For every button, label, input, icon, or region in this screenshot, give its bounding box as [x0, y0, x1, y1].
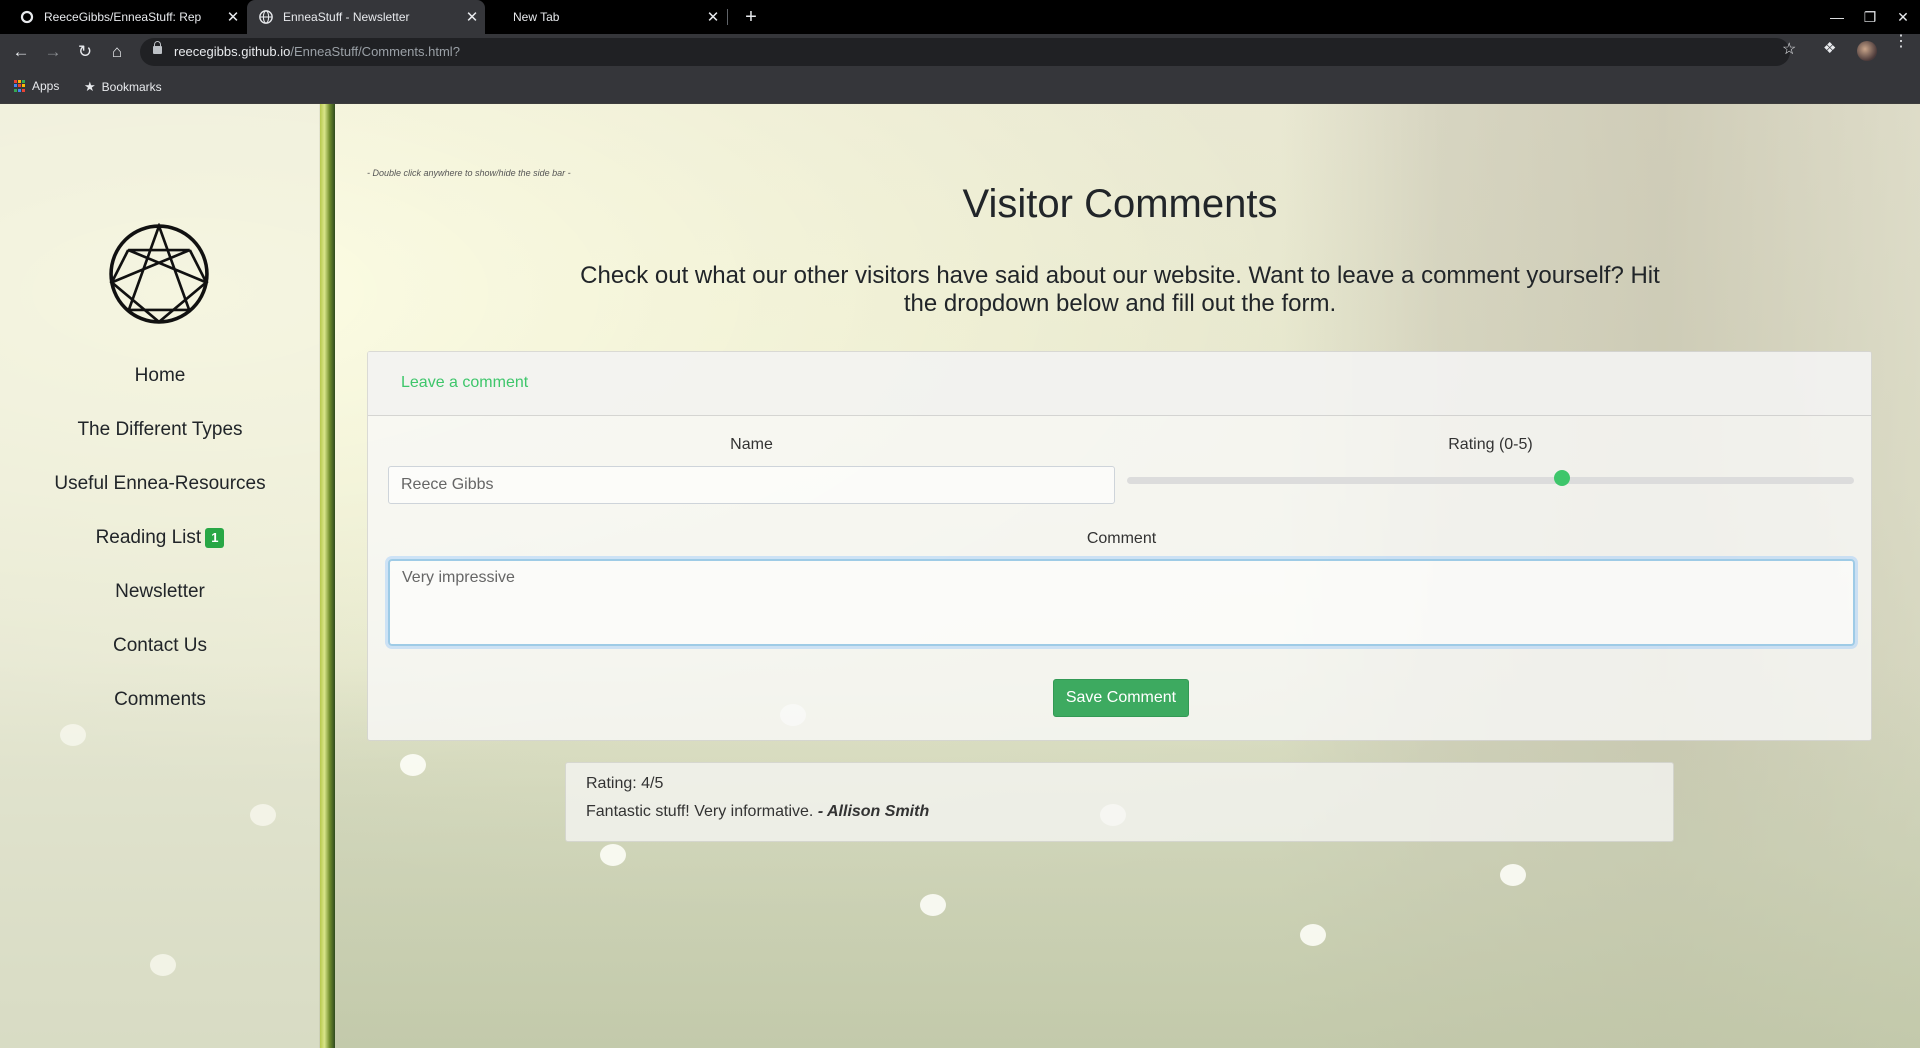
url-text: reecegibbs.github.io/EnneaStuff/Comments… — [174, 44, 460, 59]
tab-title: ReeceGibbs/EnneaStuff: Rep — [44, 10, 202, 24]
sidebar-item-label: Home — [134, 365, 186, 386]
close-icon[interactable]: ✕ — [220, 8, 246, 26]
minimize-icon[interactable]: — — [1820, 0, 1854, 34]
sidebar-item-label: The Different Types — [77, 419, 243, 440]
name-input[interactable] — [388, 466, 1115, 504]
sidebar-edge — [320, 104, 335, 1048]
comment-rating: Rating: 4/5 — [586, 775, 664, 792]
bookmark-label: Bookmarks — [101, 80, 162, 94]
bookmark-apps[interactable]: Apps — [14, 79, 59, 93]
tab-newsletter[interactable]: EnneaStuff - Newsletter ✕ — [247, 0, 485, 34]
extensions-icon[interactable]: ❖ — [1823, 39, 1836, 57]
main-content: - Double click anywhere to show/hide the… — [335, 104, 1905, 1048]
sidebar-item-resources[interactable]: Useful Ennea-Resources — [0, 457, 320, 511]
comment-label: Comment — [1086, 530, 1157, 547]
tab-github[interactable]: ReeceGibbs/EnneaStuff: Rep ✕ — [0, 0, 246, 34]
rating-slider-track[interactable] — [1127, 477, 1854, 484]
globe-icon — [259, 10, 273, 24]
maximize-icon[interactable]: ❐ — [1853, 0, 1887, 34]
avatar[interactable] — [1857, 41, 1877, 61]
address-bar[interactable]: reecegibbs.github.io/EnneaStuff/Comments… — [140, 38, 1790, 66]
tab-separator — [727, 9, 728, 25]
comment-form-header: Leave a comment — [368, 352, 1871, 416]
sidebar-toggle-hint: - Double click anywhere to show/hide the… — [367, 168, 571, 178]
apps-grid-icon — [14, 80, 26, 92]
github-icon — [20, 10, 34, 24]
sidebar-nav: Home The Different Types Useful Ennea-Re… — [0, 349, 320, 727]
comment-entry: Rating: 4/5 Fantastic stuff! Very inform… — [565, 762, 1674, 842]
close-icon[interactable]: ✕ — [459, 8, 485, 26]
bookmark-label: Apps — [32, 79, 60, 93]
comment-body: Fantastic stuff! Very informative. - All… — [586, 803, 1653, 821]
sidebar-item-reading-list[interactable]: Reading List 1 — [0, 511, 320, 565]
reload-icon[interactable]: ↻ — [72, 39, 98, 65]
sidebar-item-newsletter[interactable]: Newsletter — [0, 565, 320, 619]
new-tab-icon[interactable]: + — [738, 4, 764, 30]
bookmark-bookmarks[interactable]: ★ Bookmarks — [84, 79, 162, 95]
sidebar-item-home[interactable]: Home — [0, 349, 320, 403]
sidebar-item-label: Comments — [114, 689, 206, 710]
browser-toolbar: ← → ↻ ⌂ reecegibbs.github.io/EnneaStuff/… — [0, 34, 1920, 70]
bookmark-star-icon[interactable]: ☆ — [1782, 39, 1796, 59]
sidebar-item-label: Reading List — [95, 527, 202, 548]
sidebar-item-comments[interactable]: Comments — [0, 673, 320, 727]
page-title: Visitor Comments — [962, 182, 1278, 226]
tab-title: New Tab — [513, 10, 560, 24]
star-icon: ★ — [84, 79, 96, 94]
leave-comment-toggle[interactable]: Leave a comment — [401, 374, 528, 391]
page-intro: Check out what our other visitors have s… — [580, 262, 1660, 317]
back-icon[interactable]: ← — [8, 39, 34, 65]
sidebar: Home The Different Types Useful Ennea-Re… — [0, 104, 320, 1048]
lock-icon — [153, 41, 162, 54]
enneagram-logo-icon[interactable] — [108, 223, 210, 325]
save-comment-button[interactable]: Save Comment — [1053, 679, 1189, 717]
home-icon[interactable]: ⌂ — [104, 39, 130, 65]
tab-new[interactable]: New Tab ✕ — [486, 0, 726, 34]
close-window-icon[interactable]: ✕ — [1886, 0, 1920, 34]
reading-list-badge: 1 — [205, 528, 225, 548]
name-label: Name — [730, 436, 773, 453]
sidebar-item-label: Useful Ennea-Resources — [54, 473, 266, 494]
sidebar-item-label: Newsletter — [115, 581, 205, 602]
forward-icon[interactable]: → — [40, 39, 66, 65]
sidebar-item-contact[interactable]: Contact Us — [0, 619, 320, 673]
menu-icon[interactable]: ⋮ — [1893, 34, 1909, 50]
close-icon[interactable]: ✕ — [700, 8, 726, 26]
sidebar-item-types[interactable]: The Different Types — [0, 403, 320, 457]
rating-label: Rating (0-5) — [1448, 436, 1533, 453]
tab-strip: ReeceGibbs/EnneaStuff: Rep ✕ EnneaStuff … — [0, 0, 1920, 34]
comment-form-card: Leave a comment Name Rating (0-5) Commen… — [367, 351, 1872, 741]
page-viewport: Home The Different Types Useful Ennea-Re… — [0, 104, 1920, 1048]
comment-text: Fantastic stuff! Very informative. — [586, 803, 814, 820]
comment-author: - Allison Smith — [817, 803, 930, 820]
sidebar-item-label: Contact Us — [113, 635, 207, 656]
bookmarks-bar: Apps ★ Bookmarks — [0, 70, 1920, 104]
comment-textarea[interactable]: Very impressive — [388, 559, 1855, 646]
tab-title: EnneaStuff - Newsletter — [283, 10, 410, 24]
rating-slider-thumb[interactable] — [1553, 470, 1570, 486]
